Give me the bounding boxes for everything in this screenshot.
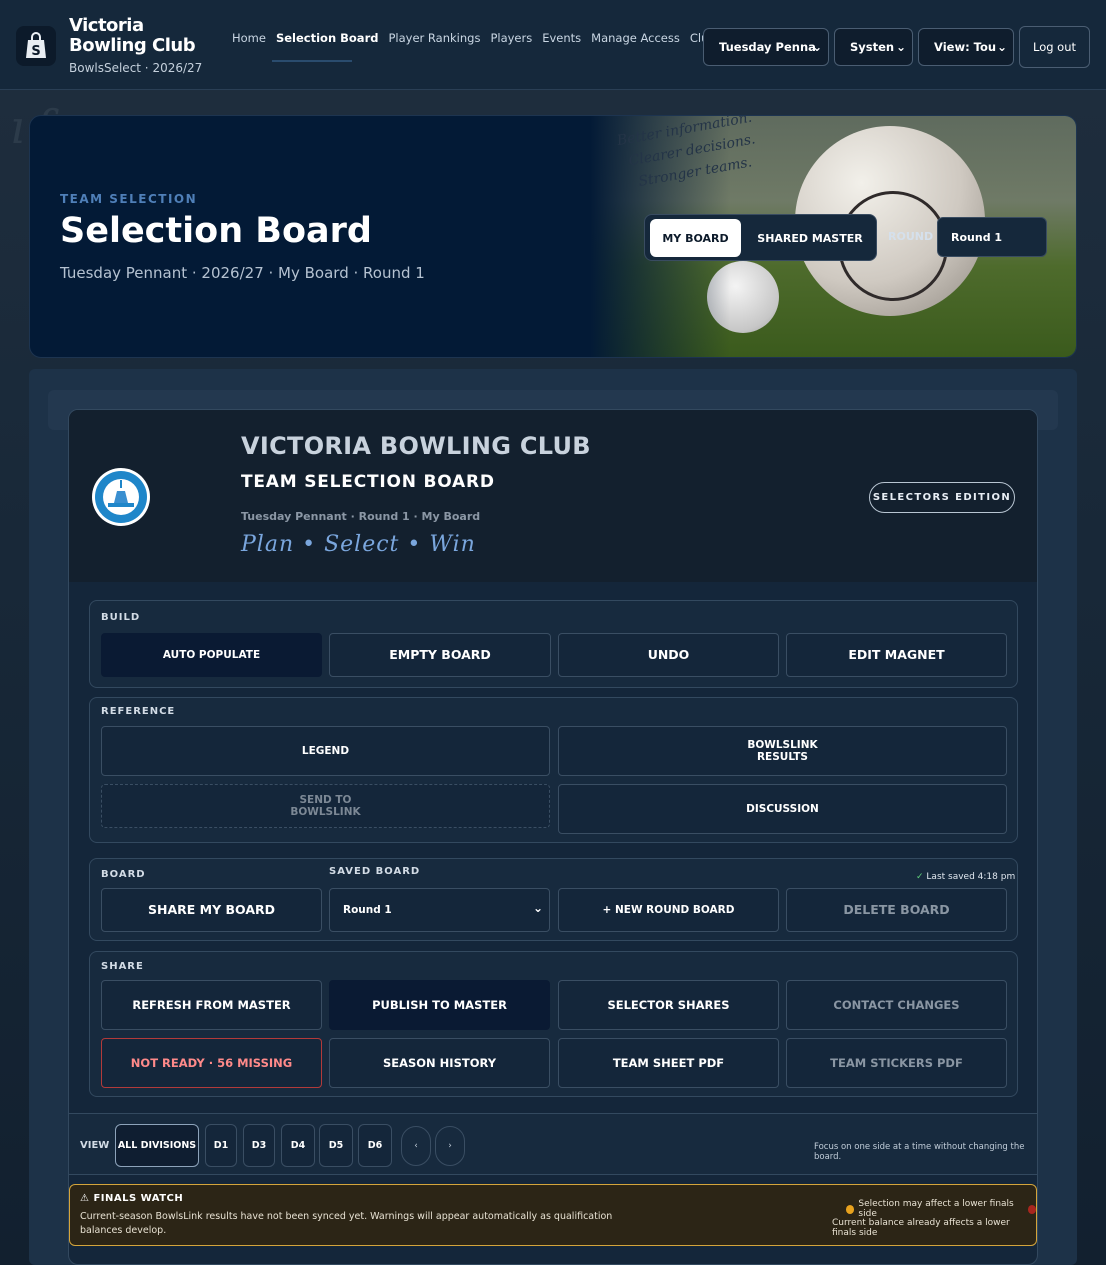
division-view-bar: VIEW ALL DIVISIONS D1 D3 D4 D5 D6 ‹ › Fo… bbox=[69, 1113, 1037, 1175]
saved-board-select[interactable]: Round 1 ⌄ bbox=[329, 888, 550, 932]
refresh-from-master-button[interactable]: REFRESH FROM MASTER bbox=[101, 980, 322, 1030]
season-history-button[interactable]: SEASON HISTORY bbox=[329, 1038, 550, 1088]
shared-master-tab[interactable]: SHARED MASTER bbox=[750, 219, 870, 257]
logout-button[interactable]: Log out bbox=[1019, 26, 1090, 68]
delete-board-button[interactable]: DELETE BOARD bbox=[786, 888, 1007, 932]
division-d3-button[interactable]: D3 bbox=[243, 1124, 275, 1167]
hero-subtitle: Tuesday Pennant · 2026/27 · My Board · R… bbox=[60, 264, 425, 282]
contact-changes-button[interactable]: CONTACT CHANGES bbox=[786, 980, 1007, 1030]
send-to-bowlslink-button[interactable]: SEND TO BOWLSLINK bbox=[101, 784, 550, 828]
division-d5-button[interactable]: D5 bbox=[319, 1124, 353, 1167]
nav-selection-board[interactable]: Selection Board bbox=[276, 31, 379, 45]
division-all-button[interactable]: ALL DIVISIONS bbox=[115, 1124, 199, 1167]
division-d1-button[interactable]: D1 bbox=[205, 1124, 237, 1167]
red-dot-icon bbox=[1027, 1204, 1037, 1214]
system-select-value: Systen bbox=[850, 40, 895, 54]
brand-subtitle: BowlsSelect · 2026/27 bbox=[69, 61, 203, 75]
board-mode-toggle: MY BOARD SHARED MASTER bbox=[644, 214, 877, 261]
nav-players[interactable]: Players bbox=[490, 31, 532, 45]
auto-populate-button[interactable]: AUTO POPULATE bbox=[101, 633, 322, 677]
team-sheet-pdf-button[interactable]: TEAM SHEET PDF bbox=[558, 1038, 779, 1088]
share-label: SHARE bbox=[101, 961, 144, 972]
edit-magnet-button[interactable]: EDIT MAGNET bbox=[786, 633, 1007, 677]
division-d6-button[interactable]: D6 bbox=[358, 1124, 392, 1167]
build-label: BUILD bbox=[101, 612, 141, 623]
view-select[interactable]: View: Tou ⌄ bbox=[918, 28, 1014, 66]
publish-to-master-button[interactable]: PUBLISH TO MASTER bbox=[329, 980, 550, 1030]
finals-key-amber-text: Selection may affect a lower finals side bbox=[858, 1199, 1014, 1219]
finals-key-red-text: Current balance already affects a lower … bbox=[832, 1218, 1010, 1238]
page-title: Selection Board bbox=[60, 211, 372, 251]
club-logo bbox=[92, 468, 150, 526]
finals-watch-alert: ⚠ FINALS WATCH Current-season BowlsLink … bbox=[69, 1184, 1037, 1246]
empty-board-button[interactable]: EMPTY BOARD bbox=[329, 633, 551, 677]
nav-player-rankings[interactable]: Player Rankings bbox=[388, 31, 480, 45]
view-select-value: View: Tou bbox=[934, 40, 997, 54]
my-board-tab[interactable]: MY BOARD bbox=[650, 219, 741, 257]
round-label: ROUND bbox=[888, 230, 934, 243]
selector-shares-button[interactable]: SELECTOR SHARES bbox=[558, 980, 779, 1030]
board-meta: Tuesday Pennant · Round 1 · My Board bbox=[241, 510, 481, 523]
division-d4-button[interactable]: D4 bbox=[281, 1124, 315, 1167]
finals-watch-title-text: FINALS WATCH bbox=[93, 1193, 184, 1204]
finals-watch-title: ⚠ FINALS WATCH bbox=[80, 1193, 183, 1204]
top-navigation-bar: S Victoria Bowling Club BowlsSelect · 20… bbox=[0, 0, 1106, 90]
club-name: VICTORIA BOWLING CLUB bbox=[241, 432, 591, 460]
event-select[interactable]: Tuesday Penna ⌄ bbox=[703, 28, 829, 66]
chevron-down-icon: ⌄ bbox=[532, 901, 543, 915]
last-saved-text: Last saved 4:18 pm bbox=[926, 872, 1016, 882]
active-nav-indicator bbox=[272, 60, 352, 62]
board-label: BOARD bbox=[101, 869, 146, 880]
event-select-value: Tuesday Penna bbox=[719, 40, 816, 54]
finals-watch-text: Current-season BowlsLink results have no… bbox=[80, 1211, 613, 1236]
main-nav: Home Selection Board Player Rankings Pla… bbox=[232, 31, 753, 45]
discussion-button[interactable]: DISCUSSION bbox=[558, 784, 1007, 834]
checkmark-icon: ✓ bbox=[916, 872, 924, 882]
warning-icon: ⚠ bbox=[80, 1193, 90, 1204]
board-card-header: VICTORIA BOWLING CLUB TEAM SELECTION BOA… bbox=[69, 410, 1037, 582]
nav-home[interactable]: Home bbox=[232, 31, 266, 45]
board-group: BOARD SAVED BOARD ✓ Last saved 4:18 pm S… bbox=[89, 858, 1018, 941]
reference-group: REFERENCE LEGEND BOWLSLINK RESULTS SEND … bbox=[89, 697, 1018, 843]
last-saved-status: ✓ Last saved 4:18 pm bbox=[916, 872, 1015, 882]
system-select[interactable]: Systen ⌄ bbox=[834, 28, 913, 66]
next-division-button[interactable]: › bbox=[435, 1126, 465, 1166]
team-stickers-pdf-button[interactable]: TEAM STICKERS PDF bbox=[786, 1038, 1007, 1088]
build-group: BUILD AUTO POPULATE EMPTY BOARD UNDO EDI… bbox=[89, 600, 1018, 688]
share-my-board-button[interactable]: SHARE MY BOARD bbox=[101, 888, 322, 932]
round-select[interactable]: Round 1 bbox=[937, 217, 1047, 257]
edition-badge: SELECTORS EDITION bbox=[869, 482, 1015, 513]
bowlslink-results-button[interactable]: BOWLSLINK RESULTS bbox=[558, 726, 1007, 776]
hero-banner: Better information. Clearer decisions. S… bbox=[29, 115, 1077, 358]
saved-board-label: SAVED BOARD bbox=[329, 866, 421, 877]
app-logo-icon[interactable]: S bbox=[16, 26, 56, 66]
view-focus-note: Focus on one side at a time without chan… bbox=[814, 1142, 1025, 1162]
board-motto: Plan • Select • Win bbox=[241, 532, 476, 557]
amber-dot-icon bbox=[846, 1204, 855, 1214]
saved-board-value: Round 1 bbox=[343, 904, 392, 916]
previous-division-button[interactable]: ‹ bbox=[401, 1126, 431, 1166]
nav-events[interactable]: Events bbox=[542, 31, 581, 45]
hero-eyebrow: TEAM SELECTION bbox=[60, 192, 198, 206]
new-round-board-button[interactable]: + NEW ROUND BOARD bbox=[558, 888, 779, 932]
undo-button[interactable]: UNDO bbox=[558, 633, 779, 677]
legend-button[interactable]: LEGEND bbox=[101, 726, 550, 776]
chevron-down-icon: ⌄ bbox=[996, 40, 1007, 54]
not-ready-status-button[interactable]: NOT READY · 56 MISSING bbox=[101, 1038, 322, 1088]
share-group: SHARE REFRESH FROM MASTER PUBLISH TO MAS… bbox=[89, 951, 1018, 1097]
finals-key-amber: Selection may affect a lower finals side bbox=[846, 1199, 1037, 1219]
brand-title: Victoria Bowling Club bbox=[69, 15, 196, 56]
reference-label: REFERENCE bbox=[101, 706, 176, 717]
selection-board-card: VICTORIA BOWLING CLUB TEAM SELECTION BOA… bbox=[68, 409, 1038, 1265]
board-title: TEAM SELECTION BOARD bbox=[241, 472, 495, 492]
view-label: VIEW bbox=[80, 1140, 110, 1151]
chevron-down-icon: ⌄ bbox=[811, 40, 822, 54]
svg-text:S: S bbox=[31, 44, 40, 59]
chevron-down-icon: ⌄ bbox=[895, 40, 906, 54]
nav-manage-access[interactable]: Manage Access bbox=[591, 31, 680, 45]
